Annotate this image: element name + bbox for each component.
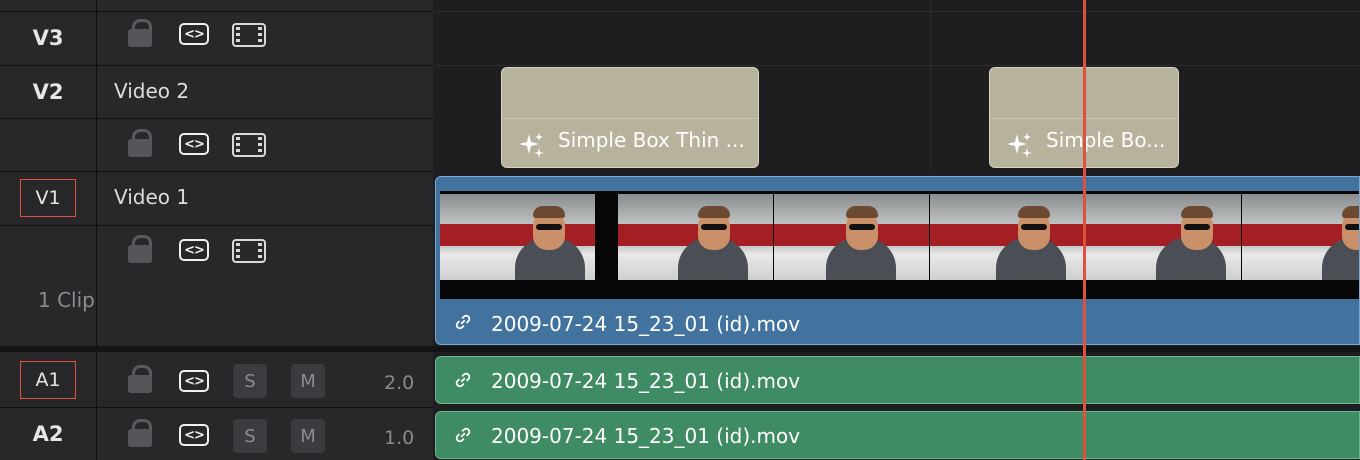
audio-level-a2: 1.0: [384, 427, 415, 449]
mute-button-a2[interactable]: M: [291, 419, 325, 453]
solo-button-a2[interactable]: S: [233, 419, 267, 453]
video-clip[interactable]: 2009-07-24 15_23_01 (id).mov: [435, 176, 1360, 345]
auto-select-icon[interactable]: <>: [179, 424, 209, 446]
filmstrip-icon[interactable]: [232, 239, 266, 263]
title-clip[interactable]: Simple Box Thin ...: [501, 67, 759, 168]
lock-icon[interactable]: [128, 129, 152, 157]
mute-button-a1[interactable]: M: [291, 364, 325, 398]
title-clip-label: Simple Box Thin ...: [558, 128, 745, 152]
track-id-v1[interactable]: V1: [0, 171, 96, 225]
track-id-v2[interactable]: V2: [0, 65, 96, 118]
timeline-area[interactable]: Simple Box Thin ... Simple Bo... 2009-07…: [433, 0, 1360, 460]
link-icon: [455, 372, 471, 388]
sparkle-icon: [1007, 133, 1032, 158]
auto-select-icon[interactable]: <>: [179, 133, 209, 155]
lock-icon[interactable]: [128, 365, 152, 393]
link-icon: [455, 314, 471, 330]
video-audio-divider[interactable]: [0, 346, 1360, 352]
solo-button-a1[interactable]: S: [233, 364, 267, 398]
lock-icon[interactable]: [128, 19, 152, 47]
video-clip-label: 2009-07-24 15_23_01 (id).mov: [491, 312, 801, 336]
title-clip-label: Simple Bo...: [1046, 128, 1166, 152]
video-thumbnails: [440, 191, 1359, 299]
sparkle-icon: [519, 133, 544, 158]
lock-icon[interactable]: [128, 235, 152, 263]
filmstrip-icon[interactable]: [232, 133, 266, 157]
audio-clip-label: 2009-07-24 15_23_01 (id).mov: [491, 369, 801, 393]
track-id-a1[interactable]: A1: [0, 352, 96, 407]
track-id-a2[interactable]: A2: [0, 408, 96, 460]
clip-count: 1 Clip: [38, 288, 95, 312]
auto-select-icon[interactable]: <>: [179, 239, 209, 261]
audio-clip-a1[interactable]: 2009-07-24 15_23_01 (id).mov: [435, 356, 1360, 404]
track-name-v2[interactable]: Video 2: [114, 79, 189, 103]
lock-icon[interactable]: [128, 419, 152, 447]
track-id-v3[interactable]: V3: [0, 11, 96, 65]
link-icon: [455, 427, 471, 443]
auto-select-icon[interactable]: <>: [179, 370, 209, 392]
auto-select-icon[interactable]: <>: [179, 23, 209, 45]
playhead[interactable]: [1083, 0, 1086, 460]
track-name-v1[interactable]: Video 1: [114, 185, 189, 209]
track-header-panel: V3 <> V2 Video 2 <> V1 Video 1 <> 1 Clip…: [0, 0, 433, 460]
audio-clip-a2[interactable]: 2009-07-24 15_23_01 (id).mov: [435, 411, 1360, 459]
filmstrip-icon[interactable]: [232, 23, 266, 47]
audio-level-a1: 2.0: [384, 372, 415, 394]
audio-clip-label: 2009-07-24 15_23_01 (id).mov: [491, 424, 801, 448]
